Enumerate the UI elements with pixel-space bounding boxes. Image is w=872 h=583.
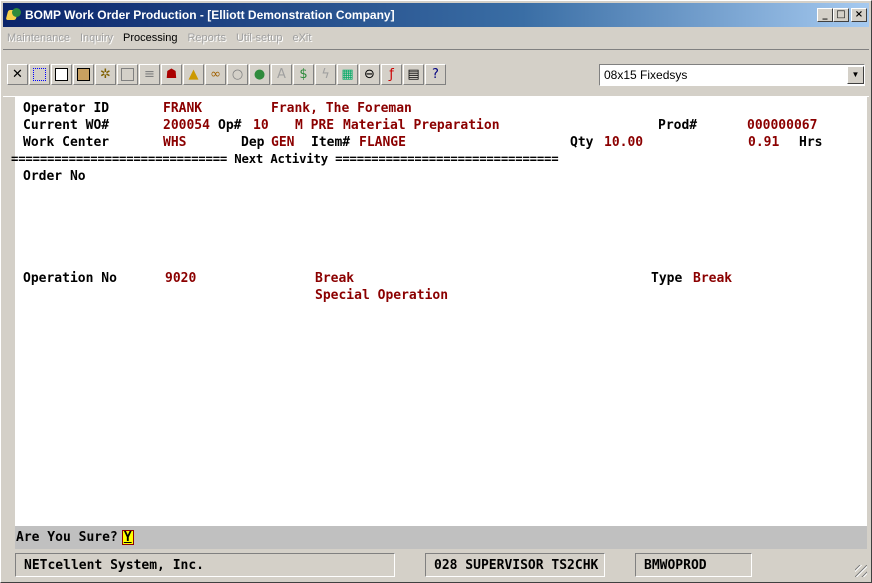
text-icon[interactable]: A	[271, 64, 292, 85]
prod-value: 000000067	[747, 118, 818, 133]
operation-no-label: Operation No	[23, 271, 117, 286]
paste-icon[interactable]	[73, 64, 94, 85]
menu-inquiry[interactable]: Inquiry	[80, 32, 113, 44]
status-program: BMWOPROD	[635, 553, 752, 577]
toolbar: ✕ ✲ ≡ ☗ ▲ ∞ ○ ● A $ ϟ ▦ ⊖ ƒ ▤ ? 08x15 Fi…	[3, 49, 869, 97]
op-value: 10	[253, 118, 269, 133]
operation-name: Break	[315, 271, 355, 286]
op-description: Material Preparation	[343, 118, 500, 133]
menu-reports[interactable]: Reports	[187, 32, 226, 44]
status-bar: NETcellent System, Inc. 028 SUPERVISOR T…	[15, 551, 869, 579]
order-no-label: Order No	[23, 169, 86, 184]
binoculars-icon[interactable]: ∞	[205, 64, 226, 85]
menu-bar: Maintenance Inquiry Processing Reports U…	[3, 28, 869, 48]
window-title: BOMP Work Order Production - [Elliott De…	[25, 8, 395, 22]
menu-maintenance[interactable]: Maintenance	[7, 32, 70, 44]
list-icon[interactable]: ≡	[139, 64, 160, 85]
close-button[interactable]: ×	[851, 8, 867, 22]
confirm-prompt: Are You Sure? Y	[15, 526, 867, 549]
operator-name: Frank, The Foreman	[271, 101, 412, 116]
next-activity-separator: ============================== Next Acti…	[11, 152, 559, 166]
title-bar: BOMP Work Order Production - [Elliott De…	[3, 3, 869, 27]
resize-grip-icon[interactable]	[855, 565, 867, 577]
item-value: FLANGE	[359, 135, 406, 150]
status-company: NETcellent System, Inc.	[15, 553, 395, 577]
work-center-label: Work Center	[23, 135, 110, 150]
document-icon[interactable]	[117, 64, 138, 85]
app-icon[interactable]: ●	[249, 64, 270, 85]
qty-label: Qty	[570, 135, 594, 150]
op-code: M PRE	[295, 118, 335, 133]
menu-util-setup[interactable]: Util-setup	[236, 32, 282, 44]
calculator-icon[interactable]: ▦	[337, 64, 358, 85]
dep-value: GEN	[271, 135, 295, 150]
font-select[interactable]: 08x15 Fixedsys ▼	[599, 64, 865, 86]
delete-icon[interactable]: ✕	[7, 64, 28, 85]
font-select-value: 08x15 Fixedsys	[604, 68, 688, 82]
prompt-question: Are You Sure?	[16, 530, 118, 545]
current-wo-label: Current WO#	[23, 118, 110, 133]
status-user: 028 SUPERVISOR TS2CHK	[425, 553, 605, 577]
dep-label: Dep	[241, 135, 265, 150]
app-window: BOMP Work Order Production - [Elliott De…	[0, 0, 872, 583]
prompt-answer-input[interactable]: Y	[121, 530, 134, 545]
money-icon[interactable]: $	[293, 64, 314, 85]
notes-icon[interactable]: ▤	[403, 64, 424, 85]
menu-exit[interactable]: eXit	[292, 32, 311, 44]
work-center-value: WHS	[163, 135, 187, 150]
lightning-icon[interactable]: ϟ	[315, 64, 336, 85]
operation-no-value: 9020	[165, 271, 197, 286]
search-icon[interactable]: ○	[227, 64, 248, 85]
type-value: Break	[693, 271, 733, 286]
select-icon[interactable]	[29, 64, 50, 85]
copy-icon[interactable]	[51, 64, 72, 85]
link-icon[interactable]: ⊖	[359, 64, 380, 85]
alert-icon[interactable]: ▲	[183, 64, 204, 85]
operator-id-value: FRANK	[163, 101, 203, 116]
maximize-button[interactable]: □	[833, 8, 849, 22]
user-icon[interactable]: ☗	[161, 64, 182, 85]
settings-icon[interactable]: ✲	[95, 64, 116, 85]
prod-label: Prod#	[658, 118, 698, 133]
item-label: Item#	[311, 135, 351, 150]
menu-processing[interactable]: Processing	[123, 32, 177, 44]
chevron-down-icon[interactable]: ▼	[847, 66, 864, 84]
terminal-screen: Operator ID FRANK Frank, The Foreman Cur…	[11, 96, 867, 526]
operator-id-label: Operator ID	[23, 101, 110, 116]
operation-description: Special Operation	[315, 288, 449, 303]
help-icon[interactable]: ?	[425, 64, 446, 85]
qty-value: 10.00	[604, 135, 644, 150]
hours-value: 0.91	[748, 135, 780, 150]
op-label: Op#	[218, 118, 242, 133]
current-wo-value: 200054	[163, 118, 210, 133]
type-label: Type	[651, 271, 683, 286]
function-icon[interactable]: ƒ	[381, 64, 402, 85]
minimize-button[interactable]: _	[817, 8, 833, 22]
hours-label: Hrs	[799, 135, 823, 150]
app-icon	[6, 7, 22, 23]
